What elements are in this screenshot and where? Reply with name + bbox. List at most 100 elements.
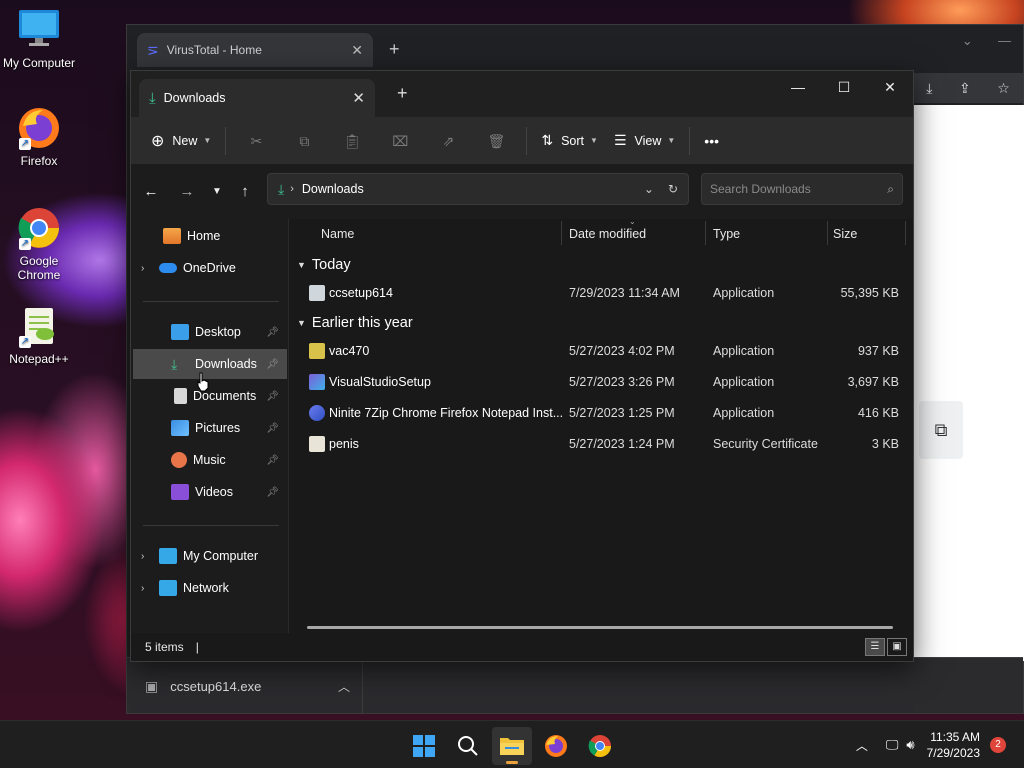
download-item[interactable]: ▣ ccsetup614.exe ︿ [145,658,363,714]
table-row[interactable]: VisualStudioSetup 5/27/2023 3:26 PM Appl… [291,368,913,396]
volume-icon[interactable]: 🔊︎ [906,737,914,753]
chevron-down-icon: ▼ [297,318,306,328]
table-row[interactable]: Ninite 7Zip Chrome Firefox Notepad Inst.… [291,399,913,427]
breadcrumb-downloads[interactable]: Downloads [302,182,630,196]
table-row[interactable]: penis 5/27/2023 1:24 PM Security Certifi… [291,430,913,458]
sort-button[interactable]: ⇅ Sort ▼ [533,125,606,157]
delete-icon[interactable]: 🗑︎ [480,125,512,157]
clock-date: 7/29/2023 [926,746,980,760]
file-explorer-window[interactable]: ⤓ Downloads ✕ + — ☐ ✕ ⊕ New ▼ ✂ ⧉ 📋︎ ⌧ ⇗… [130,70,914,662]
column-divider[interactable] [827,221,828,245]
chevron-up-icon[interactable]: ︿ [856,737,868,754]
share-icon[interactable]: ⇗ [432,125,464,157]
desktop-icon-my-computer[interactable]: My Computer [0,8,78,70]
copy-icon[interactable]: ⧉ [288,125,320,157]
forward-arrow-icon[interactable]: → [175,180,199,204]
paste-icon[interactable]: 📋︎ [336,125,368,157]
pin-icon[interactable]: 📌︎ [266,455,279,466]
close-tab-icon[interactable]: ✕ [351,42,363,59]
taskbar-chrome[interactable] [580,727,620,765]
table-row[interactable]: ccsetup614 7/29/2023 11:34 AM Applicatio… [291,279,913,307]
explorer-tab-downloads[interactable]: ⤓ Downloads ✕ [139,79,375,117]
taskbar-search-button[interactable] [448,727,488,765]
download-arrow-icon: ⤓ [149,89,156,107]
desktop-icon-firefox[interactable]: ↗ Firefox [0,106,78,168]
details-view-icon[interactable]: ☰ [865,638,885,656]
share-icon[interactable]: ⇪ [959,80,971,97]
taskbar-firefox[interactable] [536,727,576,765]
file-size: 55,395 KB [840,286,899,300]
clock[interactable]: 11:35 AM 7/29/2023 [927,729,980,761]
chevron-right-icon[interactable]: › [141,583,155,594]
chevron-right-icon[interactable]: › [141,551,155,562]
bookmark-star-icon[interactable]: ☆ [997,80,1010,97]
sidebar-item-desktop[interactable]: Desktop 📌︎ [133,317,287,347]
desktop-icon-chrome[interactable]: ↗ Google Chrome [0,206,78,282]
sort-button-label: Sort [561,133,585,148]
close-tab-icon[interactable]: ✕ [352,89,365,107]
taskbar-file-explorer[interactable] [492,727,532,765]
refresh-icon[interactable]: ↻ [668,182,678,196]
column-divider[interactable] [905,221,906,245]
chevron-up-icon[interactable]: ︿ [338,678,350,695]
browser-tab-title: VirusTotal - Home [166,43,262,57]
column-header-size[interactable]: Size [833,219,857,249]
sidebar-item-network[interactable]: › Network [133,573,287,603]
chevron-right-icon[interactable]: › [141,263,155,274]
chevron-down-icon[interactable]: ⌄ [644,182,654,196]
minimize-icon[interactable]: — [775,71,821,103]
new-tab-button[interactable]: + [397,83,408,104]
pin-icon[interactable]: 📌︎ [266,423,279,434]
sort-indicator-icon: ⌄ [629,217,636,226]
horizontal-scrollbar[interactable] [307,626,893,629]
sidebar-item-music[interactable]: Music 📌︎ [133,445,287,475]
download-icon[interactable]: ⤓ [926,80,932,97]
sidebar-item-my-computer[interactable]: › My Computer [133,541,287,571]
network-status-icon[interactable]: 🖵︎ [886,737,899,753]
new-button[interactable]: ⊕ New ▼ [143,125,219,157]
maximize-icon[interactable]: ☐ [821,71,867,103]
recent-locations-chevron-icon[interactable]: ▼ [205,180,229,204]
new-tab-button[interactable]: + [389,39,400,60]
sidebar-item-home[interactable]: Home [133,221,287,251]
file-name: ccsetup614 [329,286,393,300]
pin-icon[interactable]: 📌︎ [266,359,279,370]
network-icon [159,580,177,596]
chrome-icon [588,735,611,757]
file-date: 5/27/2023 4:02 PM [569,344,675,358]
table-row[interactable]: vac470 5/27/2023 4:02 PM Application 937… [291,337,913,365]
pin-icon[interactable]: 📌︎ [266,327,279,338]
view-button[interactable]: ☰ View ▼ [606,125,683,157]
group-header-earlier[interactable]: ▼ Earlier this year [297,311,413,335]
group-header-today[interactable]: ▼ Today [297,253,351,277]
browser-window-controls[interactable]: ⌄ — [962,33,1011,49]
sidebar-item-downloads[interactable]: ⤓ Downloads 📌︎ [133,349,287,379]
sidebar-item-documents[interactable]: Documents 📌︎ [133,381,287,411]
start-button[interactable] [404,727,444,765]
search-input[interactable] [710,182,888,196]
pin-icon[interactable]: 📌︎ [266,391,279,402]
back-arrow-icon[interactable]: ← [139,180,163,204]
tiles-view-icon[interactable]: ▣ [887,638,907,656]
item-count: 5 items [145,640,184,654]
column-divider[interactable] [561,221,562,245]
up-arrow-icon[interactable]: ↑ [233,180,257,204]
more-options-button[interactable]: ••• [696,125,727,157]
browser-tab-virustotal[interactable]: ⋝ VirusTotal - Home ✕ [137,33,373,67]
search-box[interactable]: ⌕ [701,173,903,205]
address-bar[interactable]: ⤓ › Downloads ⌄ ↻ [267,173,689,205]
notification-badge[interactable]: 2 [990,737,1006,753]
rename-icon[interactable]: ⌧ [384,125,416,157]
close-window-icon[interactable]: ✕ [867,71,913,103]
toolbar-divider [526,126,528,155]
page-widget-icon[interactable]: ⧉ [919,401,963,459]
desktop-icon-notepadpp[interactable]: ↗ Notepad++ [0,304,78,366]
column-divider[interactable] [705,221,706,245]
sidebar-item-pictures[interactable]: Pictures 📌︎ [133,413,287,443]
cut-icon[interactable]: ✂ [240,125,272,157]
column-header-type[interactable]: Type [713,219,740,249]
pin-icon[interactable]: 📌︎ [266,487,279,498]
sidebar-item-onedrive[interactable]: › OneDrive [133,253,287,283]
column-header-name[interactable]: Name [321,219,354,249]
sidebar-item-videos[interactable]: Videos 📌︎ [133,477,287,507]
